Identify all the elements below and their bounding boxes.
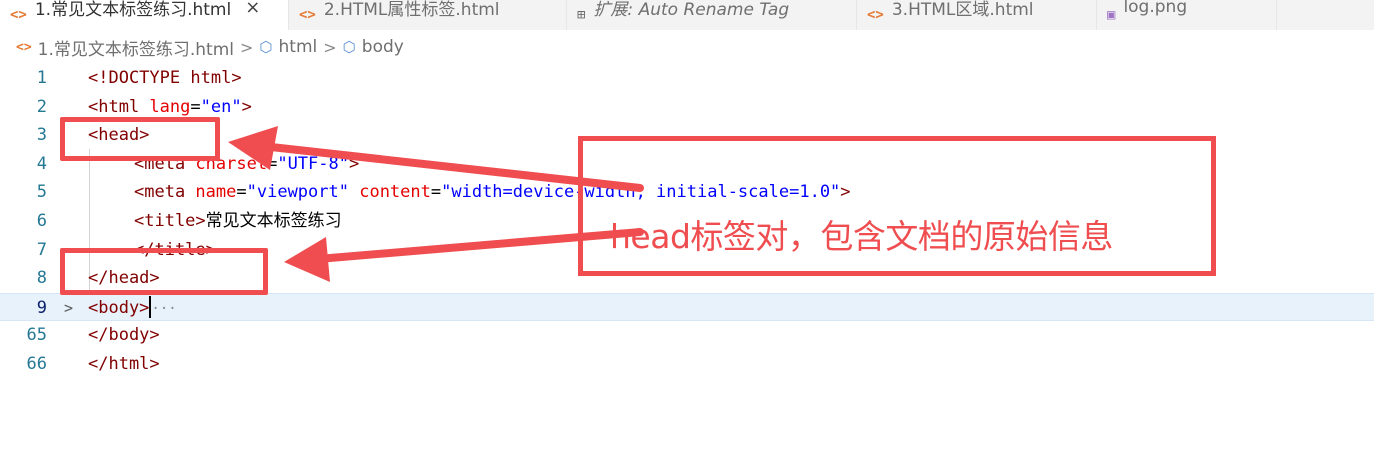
line-number: 7 [36, 239, 47, 260]
image-file-icon: ▣ [1107, 7, 1116, 23]
tab-extension[interactable]: ⊞ 扩展: Auto Rename Tag [567, 0, 857, 30]
folded-ellipsis[interactable]: ··· [151, 301, 176, 317]
line-number: 6 [36, 211, 47, 231]
line-code: </body> [88, 325, 160, 346]
line-code: <!DOCTYPE html> [88, 68, 242, 88]
breadcrumb-item-body[interactable]: ⬡ body [343, 37, 404, 57]
tab-log-png[interactable]: ▣ log.png [1097, 0, 1277, 30]
symbol-element-icon: ⬡ [342, 38, 356, 56]
tab-1-html[interactable]: <> 1.常见文本标签练习.html × [0, 0, 289, 30]
line-number: 5 [36, 182, 47, 203]
html-file-icon: <> [299, 7, 316, 23]
line-code: <title>常见文本标签练习 [134, 211, 342, 231]
line-number: 8 [36, 268, 47, 289]
line-number: 2 [36, 96, 47, 117]
breadcrumb-item-html[interactable]: ⬡ html [259, 37, 317, 57]
line-number: 1 [36, 68, 47, 88]
fold-chevron-icon[interactable]: > [64, 294, 73, 323]
line-number: 4 [36, 153, 47, 174]
close-icon[interactable]: × [245, 0, 260, 18]
tab-label: 2.HTML属性标签.html [323, 0, 500, 20]
tab-3-html[interactable]: <> 3.HTML区域.html [857, 0, 1097, 30]
line-number: 9 [36, 297, 47, 318]
code-line[interactable]: 66 </html> [0, 350, 1374, 379]
breadcrumb-label: html [278, 37, 318, 57]
breadcrumb-item-file[interactable]: <> 1.常见文本标签练习.html [16, 35, 234, 60]
tab-label: 1.常见文本标签练习.html [34, 0, 232, 20]
highlight-box-head-close [60, 248, 268, 295]
html-file-icon: <> [867, 7, 884, 23]
code-line[interactable]: 65 </body> [0, 321, 1374, 350]
line-number: 66 [26, 354, 47, 374]
highlight-box-head-open [60, 117, 220, 161]
html-file-icon: <> [10, 7, 27, 23]
html-file-icon: <> [16, 39, 32, 55]
line-code: <body> ··· [88, 295, 177, 318]
breadcrumb-label: 1.常见文本标签练习.html [37, 39, 235, 60]
code-line[interactable]: 1 <!DOCTYPE html> [0, 64, 1374, 93]
tab-label: 3.HTML区域.html [891, 0, 1034, 20]
chevron-right-icon: > [323, 37, 337, 57]
extensions-icon: ⊞ [577, 7, 586, 23]
tab-2-html[interactable]: <> 2.HTML属性标签.html [289, 0, 567, 30]
code-line-current[interactable]: 9 > <body> ··· [0, 292, 1374, 323]
breadcrumb: <> 1.常见文本标签练习.html > ⬡ html > ⬡ body [0, 30, 1374, 64]
breadcrumb-label: body [361, 37, 404, 57]
line-number: 65 [26, 325, 47, 346]
tab-label: 扩展: Auto Rename Tag [593, 0, 790, 20]
line-code: </html> [88, 354, 160, 374]
tab-label: log.png [1123, 0, 1188, 17]
chevron-right-icon: > [240, 37, 254, 57]
line-number: 3 [36, 125, 47, 146]
symbol-element-icon: ⬡ [259, 38, 273, 56]
annotation-text: head标签对，包含文档的原始信息 [610, 217, 1113, 256]
tab-bar: <> 1.常见文本标签练习.html × <> 2.HTML属性标签.html … [0, 0, 1374, 30]
